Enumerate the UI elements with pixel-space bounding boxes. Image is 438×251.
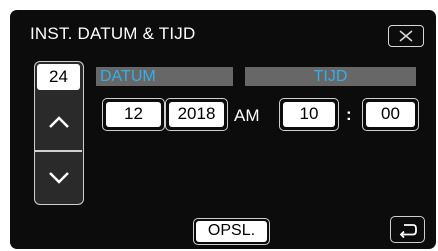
back-button[interactable]	[390, 216, 425, 243]
datum-header: DATUM	[96, 67, 233, 86]
ampm-label: AM	[234, 106, 260, 125]
hour-value: 10	[283, 102, 335, 127]
return-icon	[399, 223, 417, 238]
chevron-up-icon	[48, 116, 69, 128]
save-label: OPSL.	[196, 221, 267, 242]
close-icon	[399, 30, 413, 42]
increment-button[interactable]	[35, 97, 82, 147]
tijd-header: TIJD	[245, 67, 416, 86]
time-separator: :	[346, 105, 352, 124]
year-value: 2018	[169, 102, 224, 127]
camera-screen: INST. DATUM & TIJD 24 DATUM TIJD 12 2018…	[10, 10, 436, 249]
minute-value: 00	[366, 102, 415, 127]
month-field[interactable]: 12	[102, 98, 165, 131]
month-value: 12	[106, 102, 161, 127]
year-field[interactable]: 2018	[165, 98, 228, 131]
day-stepper: 24	[34, 61, 84, 205]
save-button[interactable]: OPSL.	[193, 218, 270, 245]
minute-field[interactable]: 00	[362, 98, 419, 131]
page-title: INST. DATUM & TIJD	[30, 24, 196, 43]
stepper-divider	[35, 150, 82, 152]
chevron-down-icon	[48, 172, 69, 184]
close-button[interactable]	[388, 25, 424, 47]
decrement-button[interactable]	[35, 153, 82, 203]
stepper-value: 24	[37, 64, 80, 90]
hour-field[interactable]: 10	[279, 98, 339, 131]
